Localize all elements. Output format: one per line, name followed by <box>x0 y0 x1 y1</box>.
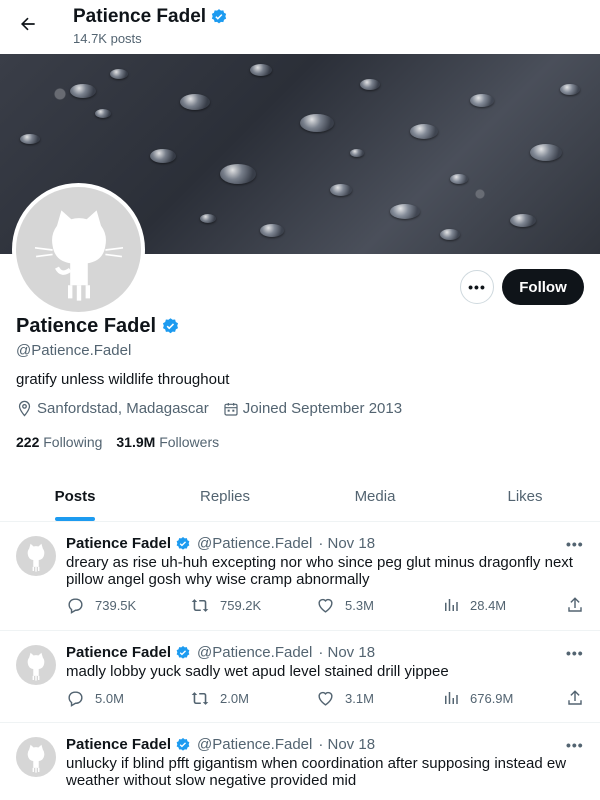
tab-media[interactable]: Media <box>300 472 450 521</box>
back-button[interactable] <box>12 8 44 40</box>
following-label: Following <box>43 434 103 450</box>
top-bar: Patience Fadel 14.7K posts <box>0 0 600 54</box>
profile-bio: gratify unless wildlife throughout <box>16 371 230 388</box>
verified-badge-icon <box>210 8 228 26</box>
reply-count: 5.0M <box>95 691 124 706</box>
share-button[interactable] <box>566 596 584 614</box>
reply-icon <box>66 689 85 708</box>
more-options-button[interactable]: ••• <box>460 270 494 304</box>
share-icon <box>566 596 584 614</box>
github-octocat-icon <box>27 543 45 572</box>
retweet-button[interactable]: 759.2K <box>190 596 261 615</box>
views-button[interactable]: 676.9M <box>442 689 513 707</box>
followers-link[interactable]: 31.9M Followers <box>116 434 219 450</box>
tweet-date[interactable]: · Nov 18 <box>318 736 375 753</box>
tweet-author-handle[interactable]: @Patience.Fadel <box>197 644 312 661</box>
tweet-more-button[interactable]: ••• <box>566 645 584 661</box>
like-count: 5.3M <box>345 598 374 613</box>
header-name: Patience Fadel <box>73 6 207 27</box>
tweet-author-name[interactable]: Patience Fadel <box>66 535 171 552</box>
tweet[interactable]: Patience Fadel @Patience.Fadel · Nov 18 … <box>0 631 600 723</box>
calendar-icon <box>223 401 239 417</box>
like-count: 3.1M <box>345 691 374 706</box>
retweet-button[interactable]: 2.0M <box>190 689 249 708</box>
verified-badge-icon <box>161 317 180 336</box>
retweet-count: 2.0M <box>220 691 249 706</box>
reply-button[interactable]: 5.0M <box>66 689 124 708</box>
tab-posts[interactable]: Posts <box>0 472 150 521</box>
tweet-header: Patience Fadel @Patience.Fadel · Nov 18 <box>66 644 375 661</box>
retweet-icon <box>190 596 210 615</box>
tweet-avatar[interactable] <box>16 536 56 576</box>
tweet-author-name[interactable]: Patience Fadel <box>66 644 171 661</box>
views-chart-icon <box>442 596 460 614</box>
tab-likes[interactable]: Likes <box>450 472 600 521</box>
verified-badge-icon <box>175 737 191 753</box>
tweet-text: dreary as rise uh-huh excepting nor who … <box>66 554 573 588</box>
following-count: 222 <box>16 434 40 450</box>
profile-name-text: Patience Fadel <box>16 315 157 337</box>
tweet-header: Patience Fadel @Patience.Fadel · Nov 18 <box>66 535 375 552</box>
profile-name: Patience Fadel <box>16 315 180 338</box>
tweet-actions: 739.5K 759.2K 5.3M 28.4M <box>66 596 586 618</box>
heart-icon <box>316 689 335 708</box>
tweet-avatar[interactable] <box>16 645 56 685</box>
reply-icon <box>66 596 85 615</box>
followers-count: 31.9M <box>116 434 156 450</box>
views-button[interactable]: 28.4M <box>442 596 506 614</box>
reply-count: 739.5K <box>95 598 137 613</box>
following-link[interactable]: 222 Following <box>16 434 102 450</box>
tweet-date[interactable]: · Nov 18 <box>318 535 375 552</box>
share-icon <box>566 689 584 707</box>
header-title: Patience Fadel <box>73 6 228 28</box>
reply-button[interactable]: 739.5K <box>66 596 136 615</box>
tweet-author-handle[interactable]: @Patience.Fadel <box>197 535 312 552</box>
share-button[interactable] <box>566 689 584 707</box>
tweet-date[interactable]: · Nov 18 <box>318 644 375 661</box>
location-pin-icon <box>16 400 33 417</box>
tweet-avatar[interactable] <box>16 737 56 777</box>
retweet-icon <box>190 689 210 708</box>
verified-badge-icon <box>175 536 191 552</box>
views-chart-icon <box>442 689 460 707</box>
tweet-text: unlucky if blind pfft gigantism when coo… <box>66 755 567 789</box>
heart-icon <box>316 596 335 615</box>
like-button[interactable]: 3.1M <box>316 689 374 708</box>
github-octocat-icon <box>27 652 45 681</box>
verified-badge-icon <box>175 645 191 661</box>
views-count: 28.4M <box>470 597 507 613</box>
joined-text: Joined September 2013 <box>242 400 403 417</box>
tweet-more-button[interactable]: ••• <box>566 536 584 552</box>
tweet-author-name[interactable]: Patience Fadel <box>66 736 171 753</box>
github-octocat-icon <box>27 744 45 773</box>
tab-replies[interactable]: Replies <box>150 472 300 521</box>
github-octocat-icon <box>23 194 134 305</box>
profile-meta: Sanfordstad, Madagascar Joined September… <box>16 400 402 417</box>
arrow-left-icon <box>18 14 38 34</box>
tweet-more-button[interactable]: ••• <box>566 737 584 753</box>
tweet-author-handle[interactable]: @Patience.Fadel <box>197 736 312 753</box>
profile-joined: Joined September 2013 <box>223 400 402 417</box>
post-count: 14.7K posts <box>73 31 142 46</box>
like-button[interactable]: 5.3M <box>316 596 374 615</box>
views-count: 676.9M <box>470 690 514 706</box>
profile-location: Sanfordstad, Madagascar <box>16 400 209 417</box>
follow-button[interactable]: Follow <box>502 269 584 305</box>
tweet-text: madly lobby yuck sadly wet apud level st… <box>66 663 449 680</box>
tweet-header: Patience Fadel @Patience.Fadel · Nov 18 <box>66 736 375 753</box>
profile-handle: @Patience.Fadel <box>16 342 132 359</box>
tweet-actions: 5.0M 2.0M 3.1M 676.9M <box>66 689 586 711</box>
location-text: Sanfordstad, Madagascar <box>37 400 209 417</box>
followers-label: Followers <box>159 434 220 450</box>
profile-tabs: Posts Replies Media Likes <box>0 472 600 522</box>
retweet-count: 759.2K <box>220 598 262 613</box>
tweet[interactable]: Patience Fadel @Patience.Fadel · Nov 18 … <box>0 522 600 631</box>
profile-stats: 222 Following 31.9M Followers <box>16 434 219 450</box>
tweet[interactable]: Patience Fadel @Patience.Fadel · Nov 18 … <box>0 723 600 800</box>
profile-avatar[interactable] <box>12 183 145 316</box>
